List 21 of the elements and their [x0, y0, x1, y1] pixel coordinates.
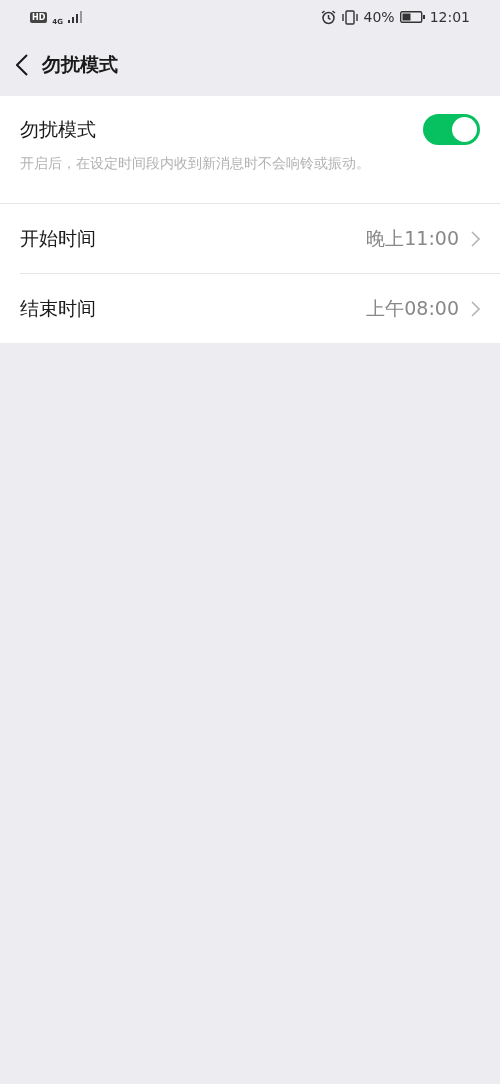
setting-label: 勿扰模式: [20, 116, 96, 142]
signal-icon: [67, 11, 82, 23]
time-setting-row[interactable]: 开始时间 晚上11:00: [0, 204, 500, 273]
setting-value: 晚上11:00: [366, 225, 459, 251]
alarm-icon: [320, 9, 336, 25]
hd-badge: HD: [30, 11, 48, 23]
battery-percent: 40%: [363, 9, 395, 25]
battery-icon: [399, 11, 425, 23]
status-time: 12:01: [429, 9, 470, 25]
setting-value: 上午08:00: [366, 295, 459, 321]
toggle-switch[interactable]: [423, 114, 480, 145]
page-title: 勿扰模式: [42, 52, 118, 77]
setting-label: 结束时间: [20, 295, 96, 321]
time-setting-row[interactable]: 结束时间 上午08:00: [20, 273, 500, 343]
back-icon: [16, 54, 28, 76]
chevron-right-icon: [471, 300, 480, 317]
back-button[interactable]: [16, 54, 28, 76]
setting-description: 开启后，在设定时间段内收到新消息时不会响铃或振动。: [20, 155, 371, 173]
setting-label: 开始时间: [20, 225, 96, 251]
vibrate-icon: [340, 9, 359, 25]
chevron-right-icon: [471, 230, 480, 247]
